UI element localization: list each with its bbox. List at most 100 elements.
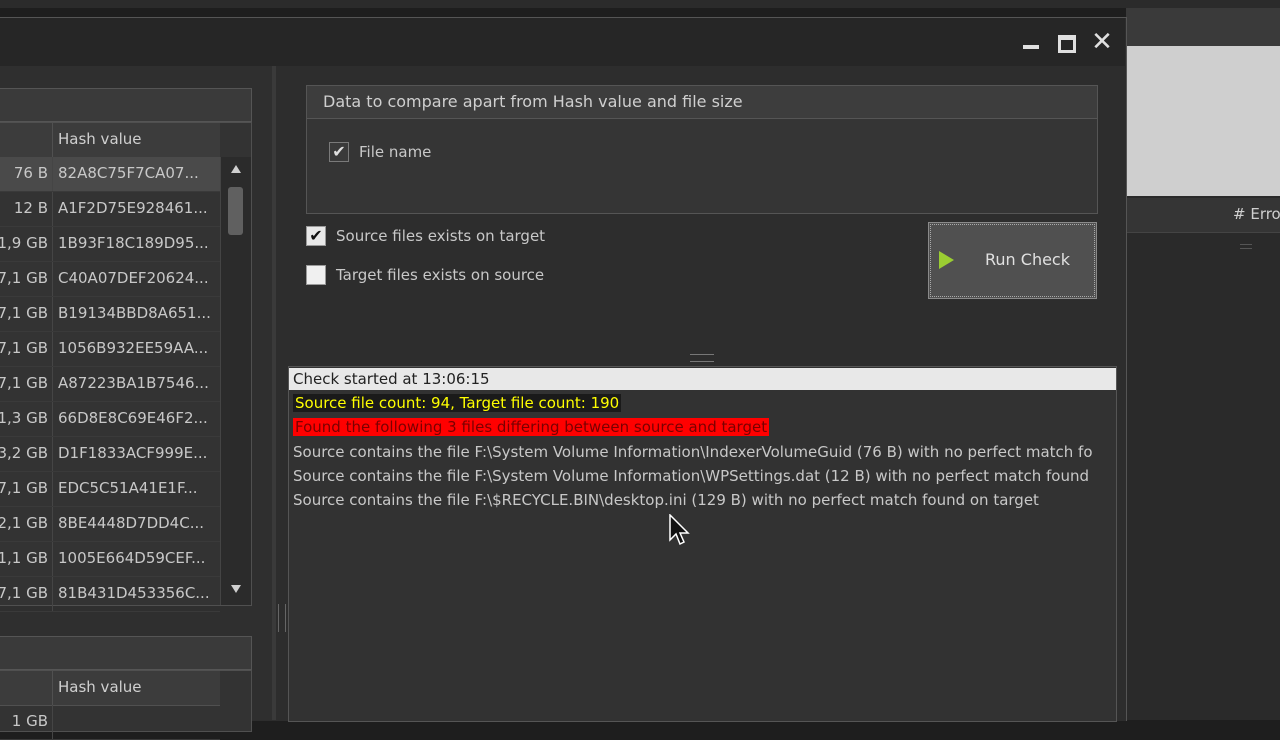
file-size-cell: 1,1 GB [0, 549, 48, 567]
table-row[interactable]: 1,9 GB 1B93F18C189D95... [0, 227, 220, 262]
source-table-column-header: Hash value [0, 123, 220, 158]
cell-divider [52, 577, 53, 611]
table-row[interactable]: 1,1 GB 1005E664D59CEF... [0, 542, 220, 577]
file-size-cell: 1,3 GB [0, 409, 48, 427]
cell-divider [52, 367, 53, 401]
log-line-result: Source contains the file F:\$RECYCLE.BIN… [293, 491, 1039, 509]
hash-value-cell: 1B93F18C189D95... [58, 234, 209, 252]
cell-divider [52, 472, 53, 506]
results-log[interactable]: Check started at 13:06:15 Source file co… [288, 366, 1117, 722]
hash-value-cell: EDC5C51A41E1F... [58, 479, 198, 497]
title-bar[interactable] [0, 18, 1125, 66]
log-line-result: Source contains the file F:\System Volum… [293, 443, 1093, 461]
file-size-cell: 7,1 GB [0, 304, 48, 322]
maximize-button[interactable] [1054, 29, 1080, 55]
source-on-target-label: Source files exists on target [336, 227, 546, 245]
compare-options-title: Data to compare apart from Hash value an… [323, 92, 743, 111]
log-line-result: Source contains the file F:\System Volum… [293, 467, 1089, 485]
file-size-cell: 76 B [13, 164, 48, 182]
hash-value-cell: 8BE4448D7DD4C... [58, 514, 205, 532]
cell-divider [52, 507, 53, 541]
file-size-cell: 7,1 GB [0, 479, 48, 497]
hash-value-cell: 66D8E8C69E46F2... [58, 409, 208, 427]
target-files-table[interactable]: Hash value 1 GB [0, 670, 252, 740]
compare-options-header: Data to compare apart from Hash value an… [307, 86, 1097, 119]
table-row[interactable]: 7,1 GB 1056B932EE59AA... [0, 332, 220, 367]
table-row[interactable]: 7,1 GB EDC5C51A41E1F... [0, 472, 220, 507]
target-on-source-option[interactable]: ✔ Target files exists on source [306, 265, 544, 285]
file-size-cell: 7,1 GB [0, 269, 48, 287]
cell-divider [52, 297, 53, 331]
file-size-cell: 7,1 GB [0, 584, 48, 602]
file-size-cell: 1,9 GB [0, 234, 48, 252]
table-row[interactable]: 3,2 GB D1F1833ACF999E... [0, 437, 220, 472]
size-column-header[interactable] [0, 671, 53, 705]
close-button[interactable]: ✕ [1089, 29, 1115, 55]
source-table-scrollbar[interactable] [220, 157, 251, 605]
scroll-thumb[interactable] [228, 187, 243, 235]
hash-value-cell: 1056B932EE59AA... [58, 339, 209, 357]
hash-value-cell: C40A07DEF20624... [58, 269, 209, 287]
cell-divider [52, 192, 53, 226]
file-name-option[interactable]: ✔ File name [329, 142, 431, 162]
target-on-source-checkbox[interactable]: ✔ [306, 265, 326, 285]
hash-value-cell: 82A8C75F7CA07... [58, 164, 199, 182]
scroll-up-icon[interactable] [231, 165, 241, 173]
cell-divider [52, 157, 53, 191]
table-row[interactable]: 1,3 GB 66D8E8C69E46F2... [0, 402, 220, 437]
log-line-differing-text: Found the following 3 files differing be… [293, 418, 770, 436]
background-app-panel [1127, 46, 1280, 196]
error-count-column-label: # Erro [1233, 205, 1280, 223]
table-row[interactable]: 2,1 GB 8BE4448D7DD4C... [0, 507, 220, 542]
table-row[interactable]: 7,1 GB A87223BA1B7546... [0, 367, 220, 402]
maximize-icon [1058, 35, 1076, 53]
table-row[interactable]: 76 B 82A8C75F7CA07... [0, 157, 220, 192]
file-name-checkbox[interactable]: ✔ [329, 142, 349, 162]
hash-value-column-header[interactable]: Hash value [58, 678, 142, 696]
hash-value-cell: A87223BA1B7546... [58, 374, 209, 392]
cell-divider [52, 332, 53, 366]
splitter-grip-icon[interactable] [278, 604, 286, 632]
table-row[interactable]: 12 B A1F2D75E928461... [0, 192, 220, 227]
table-row[interactable]: 7,1 GB C40A07DEF20624... [0, 262, 220, 297]
table-row[interactable]: 7,1 GB B19134BBD8A651... [0, 297, 220, 332]
source-on-target-checkbox[interactable]: ✔ [306, 226, 326, 246]
log-line-differing: Found the following 3 files differing be… [293, 416, 770, 438]
background-column-header[interactable]: # Erro [1127, 198, 1280, 233]
top-strip [0, 0, 1280, 8]
log-line-started: Check started at 13:06:15 [289, 368, 1116, 390]
play-icon [939, 251, 954, 269]
file-size-cell: 7,1 GB [0, 339, 48, 357]
target-table-column-header: Hash value [0, 671, 220, 706]
hash-value-column-header[interactable]: Hash value [58, 130, 142, 148]
file-size-cell: 7,1 GB [0, 374, 48, 392]
target-table-rows: 1 GB [0, 705, 220, 740]
source-on-target-option[interactable]: ✔ Source files exists on target [306, 226, 545, 246]
file-size-cell: 1 GB [11, 712, 48, 730]
table-row[interactable]: 1 GB [0, 705, 220, 740]
vertical-splitter[interactable] [272, 66, 276, 720]
table-row[interactable]: 7,1 GB 81B431D453356C... [0, 577, 220, 612]
log-line-counts-text: Source file count: 94, Target file count… [293, 394, 622, 412]
source-files-table[interactable]: Hash value 76 B 82A8C75F7CA07... 12 B A1F2D… [0, 122, 252, 612]
hash-value-cell: D1F1833ACF999E... [58, 444, 208, 462]
size-column-header[interactable] [0, 123, 53, 157]
file-size-cell: 2,1 GB [0, 514, 48, 532]
source-group-header [0, 88, 252, 122]
cell-divider [52, 402, 53, 436]
hash-value-cell: 1005E664D59CEF... [58, 549, 206, 567]
cell-divider [52, 227, 53, 261]
file-size-cell: 12 B [13, 199, 48, 217]
hash-value-cell: 81B431D453356C... [58, 584, 210, 602]
run-check-button[interactable]: Run Check [928, 222, 1097, 299]
horizontal-splitter-grip-icon[interactable] [690, 354, 714, 362]
minimize-button[interactable] [1018, 29, 1044, 55]
compare-options-group: Data to compare apart from Hash value an… [306, 85, 1098, 214]
hash-value-cell: A1F2D75E928461... [58, 199, 208, 217]
log-line-counts: Source file count: 94, Target file count… [293, 392, 622, 414]
mouse-cursor-icon [669, 514, 690, 546]
scroll-down-icon[interactable] [231, 585, 241, 593]
target-group-header [0, 636, 252, 670]
background-app-header [1126, 8, 1280, 46]
target-on-source-label: Target files exists on source [336, 266, 545, 284]
